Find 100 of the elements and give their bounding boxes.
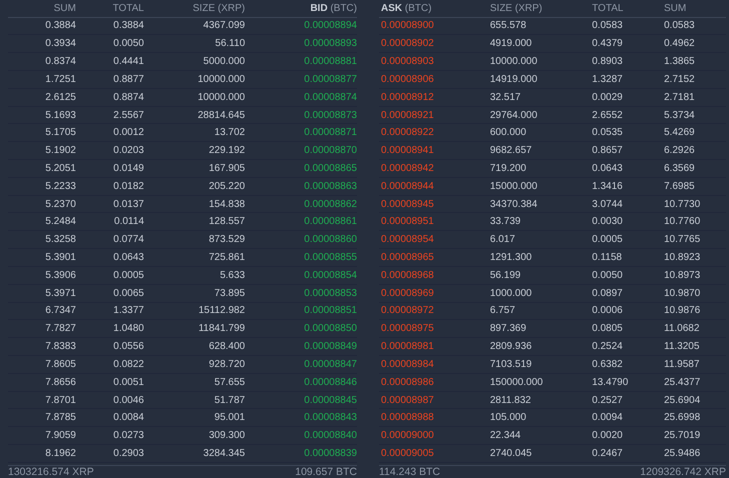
table-cell-text: 0.0535	[591, 127, 624, 138]
table-cell-text: 167.905	[208, 162, 245, 174]
price-cell-text: 0.00008922	[380, 127, 435, 138]
column-header: SIZE (XRP)	[192, 2, 245, 14]
table-cell-text: 2811.832	[489, 394, 532, 406]
table-cell-text: 5.3971	[44, 288, 76, 299]
table-cell-text: 25.6904	[663, 394, 702, 406]
price-cell-text: 0.00008951	[380, 216, 435, 228]
price-cell-text: 0.00008921	[380, 110, 435, 120]
table-cell-text: 897.369	[489, 323, 528, 334]
price-cell-text: 0.00008972	[380, 305, 435, 316]
column-header: TOTAL	[112, 2, 144, 14]
price-cell-text: 0.00008865	[303, 162, 357, 174]
price-cell-text: 0.00008874	[303, 92, 357, 103]
table-cell-text: 10000.000	[196, 92, 245, 103]
table-cell-text: 5.3258	[44, 234, 76, 246]
table-cell-text: 1.7251	[44, 74, 76, 85]
table-cell-text: 6.7347	[44, 305, 76, 316]
price-cell-text: 0.00008847	[303, 358, 357, 370]
table-cell-text: 1.0480	[112, 323, 144, 334]
price-cell-text: 0.00008987	[380, 394, 435, 406]
table-cell-text: 105.000	[489, 412, 528, 424]
table-cell-text: 5.1693	[44, 110, 76, 120]
table-cell-text: 0.6382	[591, 358, 624, 370]
table-cell-text: 6.2926	[663, 145, 696, 156]
table-cell-text: 0.2903	[112, 448, 144, 459]
table-cell-text: 11.9587	[663, 358, 700, 370]
price-cell-text: 0.00008873	[303, 110, 357, 120]
price-cell-text: 0.00008912	[380, 92, 435, 103]
price-cell-text: 0.00009000	[380, 430, 435, 442]
table-cell-text: 34370.384	[489, 198, 538, 210]
table-cell-text: 10000.000	[196, 74, 245, 85]
table-cell-text: 205.220	[208, 180, 245, 192]
table-cell-text: 13.702	[213, 127, 245, 138]
price-cell-text: 0.00008855	[303, 252, 357, 263]
price-cell-text: 0.00008984	[380, 358, 435, 370]
price-cell-text: 0.00008941	[380, 145, 435, 156]
table-cell-text: 2.7181	[663, 92, 696, 103]
price-cell-text: 0.00008945	[380, 198, 435, 210]
price-cell-text: 0.00008954	[380, 234, 435, 246]
table-cell-text: 5.2484	[44, 216, 76, 228]
table-cell-text: 0.0556	[112, 341, 144, 352]
table-cell-text: 11.0682	[663, 323, 700, 334]
table-cell-text: 33.739	[489, 216, 522, 228]
table-cell-text: 655.578	[489, 20, 528, 32]
table-cell-text: 0.8877	[112, 74, 144, 85]
price-cell-text: 0.00008862	[303, 198, 357, 210]
price-cell-text: 0.00008906	[380, 74, 435, 85]
total-label: 114.243 BTC	[379, 466, 440, 478]
table-cell-text: 3284.345	[202, 448, 245, 459]
price-cell-text: 0.00008850	[303, 323, 357, 334]
table-cell-text: 0.0822	[112, 358, 144, 370]
table-cell-text: 0.0137	[112, 198, 144, 210]
table-cell-text: 95.001	[213, 412, 245, 424]
table-cell-text: 0.0029	[591, 92, 624, 103]
table-cell-text: 0.8903	[591, 56, 624, 68]
price-cell-text: 0.00008903	[380, 56, 435, 68]
table-cell-text: 0.2524	[591, 341, 624, 352]
table-cell-text: 25.7019	[663, 430, 702, 442]
price-cell-text: 0.00008851	[303, 305, 357, 316]
table-cell-text: 10.9870	[663, 288, 702, 299]
price-cell-text: 0.00008871	[303, 127, 357, 138]
table-cell-text: 719.200	[489, 162, 528, 174]
table-cell-text: 0.0005	[112, 270, 144, 281]
price-cell-text: 0.00008839	[303, 448, 357, 459]
table-cell-text: 57.655	[213, 376, 245, 388]
price-cell-text: 0.00008975	[380, 323, 435, 334]
table-cell-text: 10.9876	[663, 305, 702, 316]
table-cell-text: 0.1158	[591, 252, 623, 263]
price-cell-text: 0.00008944	[380, 180, 435, 192]
table-cell-text: 4367.099	[202, 20, 245, 32]
price-cell-text: 0.00008981	[380, 341, 435, 352]
table-cell-text: 309.300	[208, 430, 245, 442]
table-cell-text: 51.787	[213, 394, 245, 406]
table-cell-text: 5.3906	[44, 270, 76, 281]
table-cell-text: 0.0065	[112, 288, 144, 299]
price-cell-text: 0.00008881	[303, 56, 357, 68]
price-cell-text: 0.00008840	[303, 430, 357, 442]
table-cell-text: 5000.000	[202, 56, 245, 68]
price-cell-text: 0.00008863	[303, 180, 357, 192]
price-cell-text: 0.00008870	[303, 145, 357, 156]
price-cell-text: 0.00008965	[380, 252, 435, 263]
table-cell-text: 1000.000	[489, 288, 533, 299]
table-cell-text: 0.0182	[112, 180, 144, 192]
table-cell-text: 0.0583	[663, 20, 696, 32]
table-cell-text: 4919.000	[489, 38, 533, 50]
table-cell-text: 0.0114	[113, 216, 144, 228]
table-cell-text: 0.0050	[112, 38, 144, 50]
table-cell-text: 11.3205	[663, 341, 700, 352]
table-cell-text: 0.0897	[591, 288, 624, 299]
table-cell-text: 0.0005	[591, 234, 624, 246]
price-cell-text: 0.00008860	[303, 234, 357, 246]
column-header: BID (BTC)	[309, 2, 357, 14]
table-cell-text: 0.8374	[44, 56, 76, 68]
table-cell-text: 10.7760	[663, 216, 702, 228]
price-cell-text: 0.00008902	[380, 38, 435, 50]
column-header: TOTAL	[591, 2, 624, 14]
table-cell-text: 0.4441	[112, 56, 144, 68]
table-cell-text: 1.3287	[591, 74, 624, 85]
column-header: SUM	[52, 2, 76, 14]
